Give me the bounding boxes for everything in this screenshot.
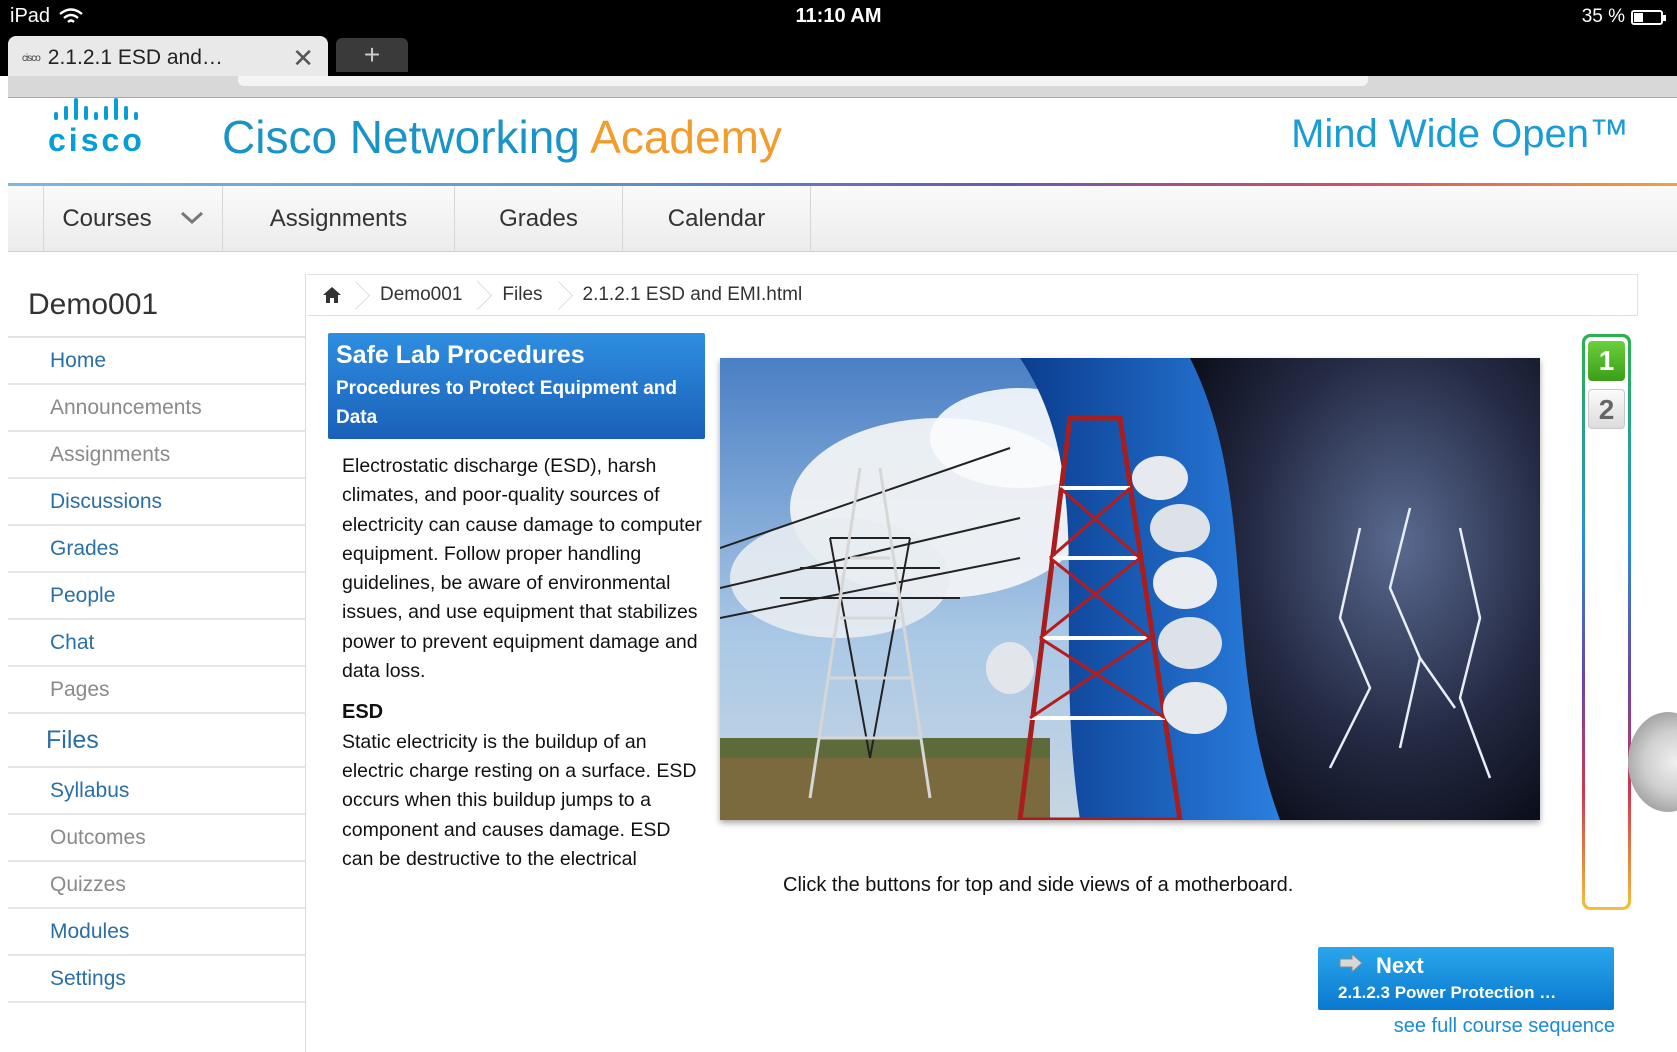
close-tab-icon[interactable]: ✕	[292, 43, 314, 74]
academy-title-part2: Academy	[590, 111, 782, 163]
nav-assignments-label: Assignments	[269, 205, 408, 232]
home-icon	[323, 287, 341, 303]
slide-page-1-button[interactable]: 1	[1588, 341, 1625, 381]
nav-calendar[interactable]: Calendar	[623, 186, 811, 252]
course-sequence-link[interactable]: see full course sequence	[1394, 1015, 1615, 1038]
ipad-screen: iPad 11:10 AM 35 % cisco 2.1.2.1 ESD and…	[0, 0, 1677, 1052]
slide-page-2-button[interactable]: 2	[1588, 389, 1625, 429]
nav-courses-label: Courses	[62, 205, 152, 232]
ios-status-bar: iPad 11:10 AM 35 %	[0, 0, 1677, 32]
battery-icon	[1631, 9, 1666, 25]
sidebar-item-announcements[interactable]: Announcements	[8, 385, 305, 432]
nav-calendar-label: Calendar	[667, 205, 766, 232]
sidebar-item-pages[interactable]: Pages	[8, 667, 305, 714]
sidebar-item-discussions[interactable]: Discussions	[8, 479, 305, 526]
cisco-bars-icon	[54, 98, 198, 120]
tagline: Mind Wide Open™	[1291, 112, 1629, 156]
sidebar-item-modules[interactable]: Modules	[8, 909, 305, 956]
breadcrumb-files-label: Files	[502, 284, 543, 305]
sidebar-item-people[interactable]: People	[8, 573, 305, 620]
lesson-subtitle: Procedures to Protect Equipment and Data	[336, 378, 677, 428]
top-nav: Courses Assignments Grades Calendar	[8, 186, 1677, 252]
breadcrumb-current-label: 2.1.2.1 ESD and EMI.html	[582, 284, 803, 305]
sidebar-item-home[interactable]: Home	[8, 338, 305, 385]
section-heading: ESD	[342, 701, 384, 724]
breadcrumb: Demo001 Files 2.1.2.1 ESD and EMI.html	[308, 274, 1638, 316]
status-right: 35 %	[1581, 6, 1666, 28]
sidebar-item-outcomes[interactable]: Outcomes	[8, 815, 305, 862]
breadcrumb-files[interactable]: Files	[488, 275, 568, 315]
sidebar-item-chat[interactable]: Chat	[8, 620, 305, 667]
sidebar-item-assignments[interactable]: Assignments	[8, 432, 305, 479]
cisco-favicon-icon: cisco	[22, 52, 41, 64]
chevron-down-icon	[180, 208, 204, 231]
towers-lightning-illustration	[720, 358, 1540, 820]
nav-courses[interactable]: Courses	[43, 186, 223, 252]
cisco-logo[interactable]: cisco	[48, 98, 198, 158]
battery-percent: 35 %	[1581, 6, 1625, 27]
address-field-remnant	[238, 76, 1368, 86]
academy-title-part1: Cisco Networking	[222, 111, 580, 163]
nav-assignments[interactable]: Assignments	[223, 186, 455, 252]
lesson-header: Safe Lab Procedures Procedures to Protec…	[328, 333, 705, 439]
power-towers-image	[720, 358, 1540, 820]
sidebar-item-grades[interactable]: Grades	[8, 526, 305, 573]
address-bar-remnant	[8, 76, 1677, 98]
next-label: Next	[1376, 953, 1424, 978]
lesson-title: Safe Lab Procedures	[336, 341, 585, 369]
breadcrumb-course-label: Demo001	[380, 284, 463, 305]
lesson-paragraph: Electrostatic discharge (ESD), harsh cli…	[342, 455, 702, 683]
side-panel-handle[interactable]	[1628, 712, 1677, 812]
slide-pager-inner: 12	[1585, 337, 1628, 907]
media-instruction: Click the buttons for top and side views…	[783, 874, 1294, 896]
course-sidebar: Demo001 Home Announcements Assignments Disc…	[8, 274, 306, 1052]
sidebar-item-settings[interactable]: Settings	[8, 956, 305, 1003]
next-target: 2.1.2.3 Power Protection …	[1338, 983, 1557, 1002]
clock: 11:10 AM	[795, 5, 882, 27]
browser-tab-active[interactable]: cisco 2.1.2.1 ESD and… ✕	[8, 36, 328, 80]
sidebar-item-quizzes[interactable]: Quizzes	[8, 862, 305, 909]
academy-title[interactable]: Cisco Networking Academy	[222, 110, 782, 164]
sidebar-item-syllabus[interactable]: Syllabus	[8, 768, 305, 815]
breadcrumb-home[interactable]	[308, 275, 366, 315]
course-nav-list: Home Announcements Assignments Discussions G…	[8, 338, 305, 1003]
new-tab-button[interactable]: +	[336, 38, 408, 72]
next-button-row: Next	[1332, 952, 1600, 979]
next-button[interactable]: Next 2.1.2.3 Power Protection …	[1318, 947, 1614, 1010]
nav-grades[interactable]: Grades	[455, 186, 623, 252]
lesson-text-scroll[interactable]: Electrostatic discharge (ESD), harsh cli…	[342, 452, 702, 920]
breadcrumb-current: 2.1.2.1 ESD and EMI.html	[569, 275, 817, 315]
lesson-paragraph: Static electricity is the buildup of an …	[342, 730, 697, 870]
arrow-right-icon	[1338, 952, 1364, 979]
course-title: Demo001	[8, 274, 305, 338]
nav-grades-label: Grades	[499, 205, 578, 232]
slide-pager: 12	[1582, 334, 1631, 910]
tab-title: 2.1.2.1 ESD and…	[47, 46, 223, 69]
battery-fill	[1634, 12, 1644, 22]
browser-tab-bar: cisco 2.1.2.1 ESD and… ✕ +	[0, 32, 1677, 80]
cisco-wordmark: cisco	[48, 122, 145, 158]
sidebar-item-files[interactable]: Files	[8, 714, 305, 768]
breadcrumb-course[interactable]: Demo001	[366, 275, 488, 315]
site-header: cisco Cisco Networking Academy Mind Wide…	[8, 98, 1677, 184]
